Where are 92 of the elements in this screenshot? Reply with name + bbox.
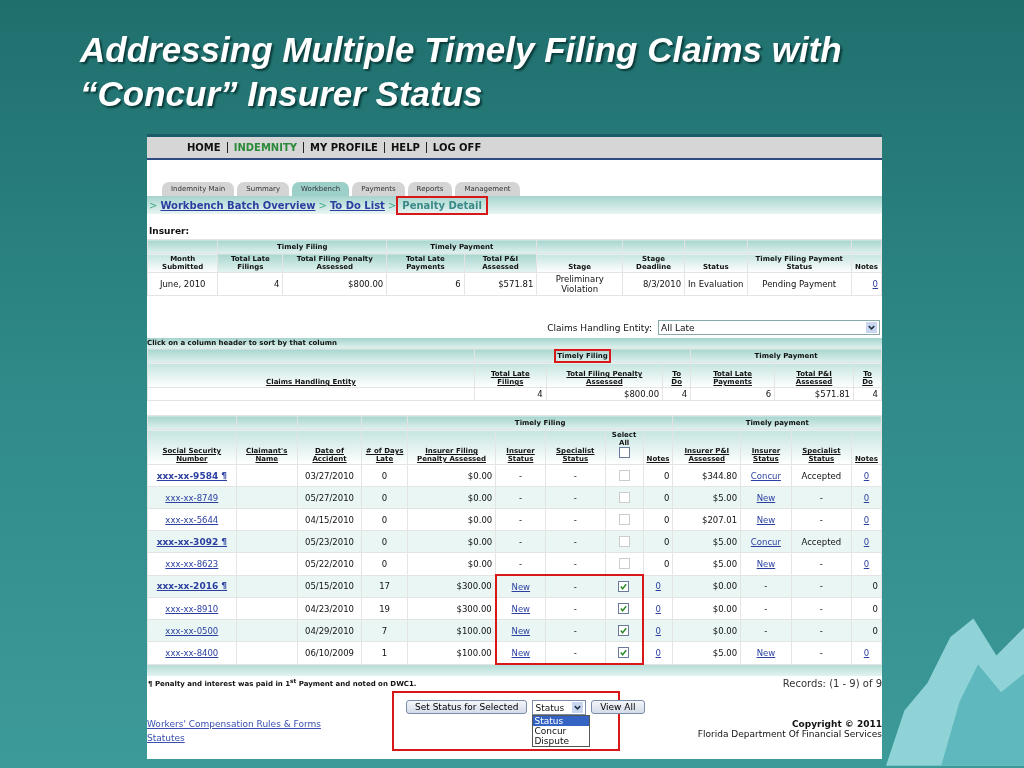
row-checkbox[interactable] — [618, 603, 630, 614]
table-cell: 0 — [361, 464, 408, 487]
table-cell[interactable]: New — [495, 575, 546, 598]
table-cell: 4 — [217, 272, 283, 296]
table-cell: 05/22/2010 — [297, 552, 362, 575]
table-cell: $344.80 — [672, 464, 741, 487]
table-cell: 03/27/2010 — [297, 464, 362, 487]
table-cell: - — [545, 575, 606, 598]
table-cell: $800.00 — [282, 272, 387, 296]
table-cell: 0 — [643, 464, 673, 487]
row-checkbox[interactable] — [618, 647, 630, 658]
table-cell: $0.00 — [407, 464, 496, 487]
insurer-label: Insurer: — [148, 225, 191, 238]
dropdown-arrow-icon — [572, 702, 584, 713]
dropdown-option[interactable]: Dispute — [533, 736, 590, 746]
table-cell: - — [791, 597, 852, 620]
table-cell: 1 — [361, 641, 408, 664]
status-dropdown[interactable]: Status — [532, 700, 587, 715]
entity-dropdown[interactable]: All Late — [658, 320, 880, 335]
table-cell[interactable]: xxx-xx-8400 — [147, 641, 237, 664]
table-cell[interactable]: xxx-xx-0500 — [147, 619, 237, 642]
table-cell[interactable]: 0 — [851, 641, 882, 664]
table-cell: 04/23/2010 — [297, 597, 362, 620]
table-cell[interactable]: 0 — [643, 641, 673, 664]
table-cell: - — [791, 552, 852, 575]
table-cell: $800.00 — [546, 387, 663, 401]
table-cell: 0 — [361, 552, 408, 575]
breadcrumb-link[interactable]: To Do List — [329, 199, 385, 211]
table-cell: 19 — [361, 597, 408, 620]
table-cell: 4 — [474, 387, 547, 401]
footer-link[interactable]: Statutes — [147, 733, 321, 743]
table-cell: $571.81 — [774, 387, 854, 401]
nav-link[interactable]: MY PROFILE — [303, 142, 384, 153]
table-cell: - — [495, 464, 546, 487]
copyright-text: Copyright © 2011 — [790, 719, 882, 729]
table-cell: - — [545, 508, 606, 531]
table-cell: Accepted — [791, 464, 852, 487]
records-count: Records: (1 - 9) of 9 — [782, 678, 882, 689]
dropdown-option[interactable]: Status — [533, 716, 590, 726]
table-cell: $0.00 — [672, 597, 741, 620]
table-cell[interactable]: 0 — [643, 597, 673, 620]
table-cell[interactable]: xxx-xx-2016 ¶ — [147, 575, 237, 598]
table-cell: 0 — [643, 552, 673, 575]
select-all-checkbox[interactable] — [618, 447, 630, 458]
breadcrumb-separator: > — [387, 199, 397, 211]
table-cell: June, 2010 — [147, 272, 218, 296]
breadcrumb-current: Penalty Detail — [399, 198, 485, 212]
table-cell: 0 — [851, 597, 882, 620]
breadcrumb-link[interactable]: Workbench Batch Overview — [160, 199, 316, 211]
table-cell: $0.00 — [407, 552, 496, 575]
view-all-button[interactable]: View All — [591, 700, 645, 714]
dropdown-option[interactable]: Concur — [533, 726, 590, 736]
nav-link[interactable]: LOG OFF — [425, 142, 488, 153]
table-cell: - — [740, 597, 792, 620]
copyright-text: Florida Department Of Financial Services — [697, 729, 882, 739]
table-cell: 06/10/2009 — [297, 641, 362, 664]
slide-title: Addressing Multiple Timely Filing Claims with “Concur” Insurer Status — [80, 29, 843, 115]
table-cell[interactable]: xxx-xx-8910 — [147, 597, 237, 620]
table-cell: - — [545, 464, 606, 487]
table-cell: - — [495, 508, 546, 531]
row-checkbox[interactable] — [618, 581, 630, 592]
table-cell: In Evaluation — [684, 272, 747, 296]
breadcrumb-separator: > — [149, 199, 158, 211]
breadcrumb-separator: > — [318, 199, 327, 211]
table-cell: $5.00 — [672, 641, 741, 664]
table-cell: 4 — [853, 387, 882, 401]
nav-link[interactable]: HELP — [383, 142, 426, 153]
footer-link[interactable]: Workers' Compensation Rules & Forms — [147, 719, 321, 729]
table-cell: $0.00 — [407, 508, 496, 531]
table-cell: 0 — [643, 508, 673, 531]
table-cell: - — [791, 641, 852, 664]
table-cell: $571.81 — [464, 272, 537, 296]
table-cell: - — [545, 597, 606, 620]
table-cell: Preliminary Violation — [536, 272, 623, 296]
table-cell: $207.01 — [672, 508, 741, 531]
table-cell: 6 — [386, 272, 465, 296]
nav-link[interactable]: HOME — [181, 142, 227, 153]
dropdown-arrow-icon — [866, 322, 877, 333]
table-cell: 6 — [690, 387, 775, 401]
table-cell: 04/15/2010 — [297, 508, 362, 531]
table-cell[interactable]: 0 — [851, 272, 882, 296]
table-cell: 0 — [361, 508, 408, 531]
filter-label: Claims Handling Entity: — [547, 322, 652, 333]
table-cell: 4 — [662, 387, 691, 401]
table-cell: - — [791, 508, 852, 531]
set-status-button[interactable]: Set Status for Selected — [406, 700, 528, 714]
table-cell: Pending Payment — [747, 272, 852, 296]
table-cell[interactable]: New — [495, 619, 546, 642]
table-cell: $5.00 — [672, 552, 741, 575]
table-cell[interactable]: New — [740, 641, 792, 664]
row-checkbox[interactable] — [618, 625, 630, 636]
table-cell: 8/3/2010 — [622, 272, 685, 296]
